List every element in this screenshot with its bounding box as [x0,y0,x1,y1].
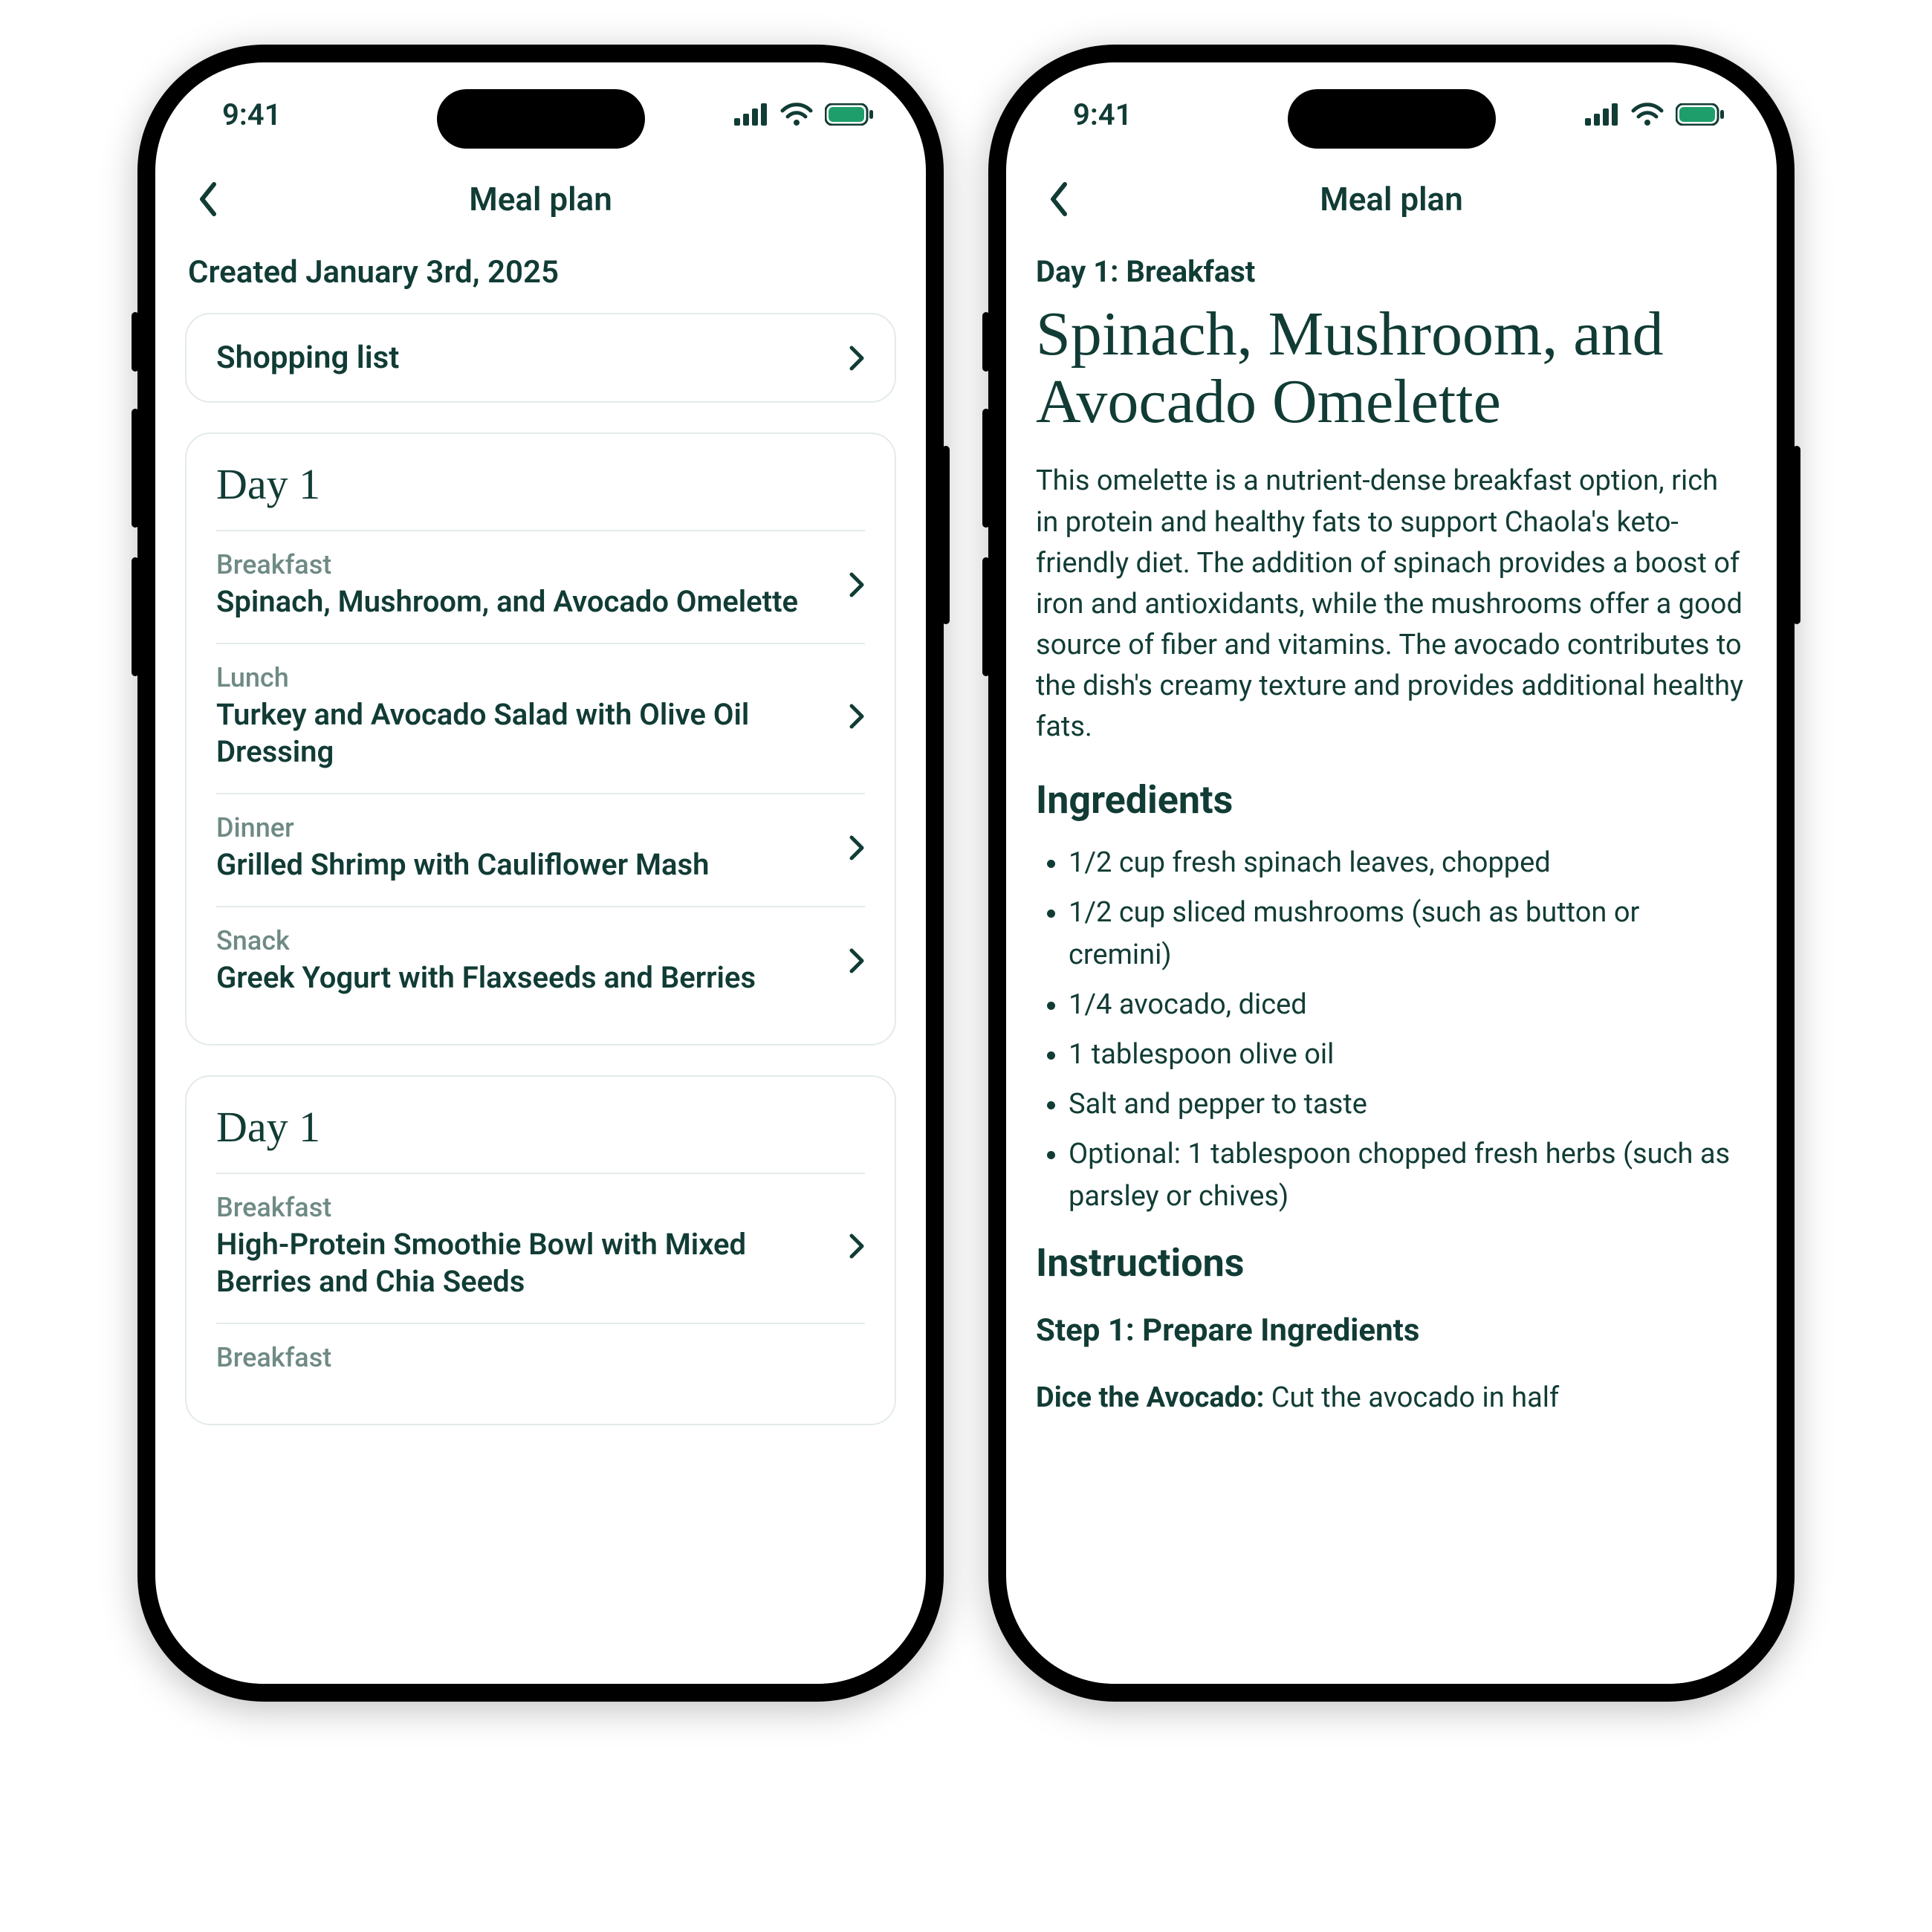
shopping-list-label: Shopping list [216,340,399,376]
meal-kind: Breakfast [216,1342,865,1373]
meal-kind: Breakfast [216,549,831,580]
day-title: Day 1 [216,1102,865,1152]
wifi-icon [780,103,813,126]
ingredient-item: Optional: 1 tablespoon chopped fresh her… [1069,1133,1747,1218]
meal-kind: Breakfast [216,1192,831,1223]
phone-frame-left: 9:41 Meal plan Created January 3rd, 2025… [137,45,944,1702]
meal-name: Greek Yogurt with Flaxseeds and Berries [216,959,831,996]
created-date: Created January 3rd, 2025 [188,254,896,291]
nav-bar: Meal plan [1006,166,1777,247]
side-button [982,409,990,528]
cellular-icon [1585,103,1619,126]
ingredient-item: 1/2 cup fresh spinach leaves, chopped [1069,842,1747,884]
nav-bar: Meal plan [155,166,926,247]
chevron-right-icon [849,1233,865,1260]
meal-plan-content[interactable]: Created January 3rd, 2025 Shopping list … [155,247,926,1684]
meal-row[interactable]: Snack Greek Yogurt with Flaxseeds and Be… [216,906,865,1019]
scroll-fade [155,1595,926,1684]
nav-title: Meal plan [1006,180,1777,218]
battery-icon [1676,103,1725,126]
meal-kind: Dinner [216,812,831,843]
recipe-description: This omelette is a nutrient-dense breakf… [1036,461,1747,748]
ingredient-item: Salt and pepper to taste [1069,1083,1747,1126]
chevron-right-icon [849,571,865,598]
meal-row[interactable]: Breakfast Spinach, Mushroom, and Avocado… [216,530,865,643]
ingredient-item: 1 tablespoon olive oil [1069,1034,1747,1076]
instructions-heading: Instructions [1036,1240,1747,1286]
side-button [982,557,990,676]
phone-frame-right: 9:41 Meal plan Day 1: Breakfast Spinach,… [988,45,1795,1702]
meal-kind: Snack [216,925,831,956]
meal-name: Spinach, Mushroom, and Avocado Omelette [216,583,831,620]
status-time: 9:41 [1073,97,1132,132]
meal-row[interactable]: Dinner Grilled Shrimp with Cauliflower M… [216,793,865,906]
step-lead: Dice the Avocado: [1036,1381,1264,1414]
dynamic-island [1288,89,1496,149]
side-button [982,312,990,372]
ingredients-list: 1/2 cup fresh spinach leaves, chopped 1/… [1036,842,1747,1218]
scroll-fade [1006,1595,1777,1684]
step-heading: Step 1: Prepare Ingredients [1036,1312,1747,1349]
ingredients-heading: Ingredients [1036,777,1747,823]
recipe-crumb: Day 1: Breakfast [1036,254,1747,289]
meal-name: Turkey and Avocado Salad with Olive Oil … [216,696,831,771]
side-button [1793,446,1800,624]
side-button [942,446,950,624]
meal-row[interactable]: Breakfast High-Protein Smoothie Bowl wit… [216,1173,865,1323]
side-button [132,409,139,528]
side-button [132,557,139,676]
recipe-content[interactable]: Day 1: Breakfast Spinach, Mushroom, and … [1006,247,1777,1684]
chevron-right-icon [849,947,865,974]
meal-row[interactable]: Lunch Turkey and Avocado Salad with Oliv… [216,643,865,793]
cellular-icon [734,103,768,126]
day-card: Day 1 Breakfast Spinach, Mushroom, and A… [185,432,896,1046]
day-title: Day 1 [216,459,865,509]
chevron-right-icon [849,703,865,730]
ingredient-item: 1/4 avocado, diced [1069,984,1747,1026]
day-card: Day 1 Breakfast High-Protein Smoothie Bo… [185,1075,896,1425]
chevron-right-icon [849,834,865,861]
meal-row[interactable]: Breakfast [216,1323,865,1398]
dynamic-island [437,89,645,149]
status-time: 9:41 [222,97,281,132]
meal-kind: Lunch [216,662,831,693]
shopping-list-button[interactable]: Shopping list [185,313,896,403]
meal-name: High-Protein Smoothie Bowl with Mixed Be… [216,1226,831,1300]
step-rest: Cut the avocado in half [1264,1381,1559,1414]
step-text: Dice the Avocado: Cut the avocado in hal… [1036,1377,1747,1419]
battery-icon [825,103,874,126]
chevron-right-icon [849,345,865,372]
meal-name: Grilled Shrimp with Cauliflower Mash [216,846,831,884]
nav-title: Meal plan [155,180,926,218]
recipe-title: Spinach, Mushroom, and Avocado Omelette [1036,301,1747,435]
wifi-icon [1631,103,1664,126]
ingredient-item: 1/2 cup sliced mushrooms (such as button… [1069,892,1747,976]
side-button [132,312,139,372]
